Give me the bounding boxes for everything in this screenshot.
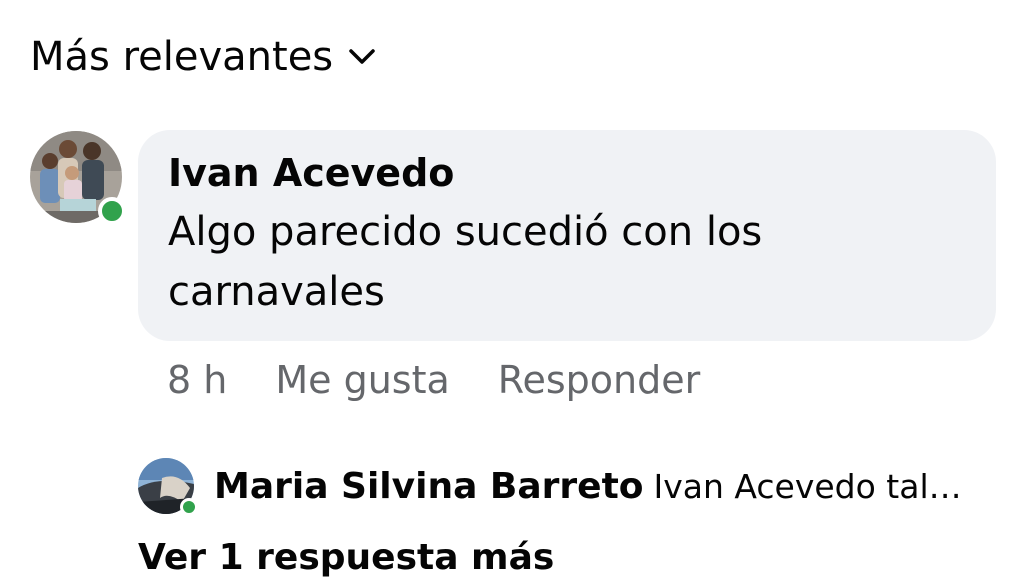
online-status-indicator bbox=[180, 498, 198, 516]
like-button[interactable]: Me gusta bbox=[275, 358, 449, 402]
sort-label: Más relevantes bbox=[30, 34, 334, 80]
comment-timestamp[interactable]: 8 h bbox=[167, 358, 227, 402]
reply-button[interactable]: Responder bbox=[498, 358, 700, 402]
reply-preview-text: Ivan Acevedo tal… bbox=[653, 466, 962, 506]
view-more-replies-link[interactable]: Ver 1 respuesta más bbox=[138, 536, 554, 580]
comment-bubble[interactable]: Ivan Acevedo Algo parecido sucedió con l… bbox=[138, 130, 996, 341]
sort-dropdown[interactable]: Más relevantes bbox=[30, 34, 377, 80]
comment-author[interactable]: Ivan Acevedo bbox=[168, 150, 966, 196]
reply-avatar[interactable] bbox=[138, 458, 198, 516]
chevron-down-icon bbox=[349, 49, 375, 64]
online-status-indicator bbox=[98, 197, 126, 225]
commenter-avatar[interactable] bbox=[30, 131, 126, 225]
reply-preview-row[interactable]: Maria Silvina Barreto Ivan Acevedo tal… bbox=[138, 458, 984, 516]
comment-text: Algo parecido sucedió con los carnavales bbox=[168, 209, 763, 315]
reply-author[interactable]: Maria Silvina Barreto bbox=[214, 466, 644, 507]
comment-actions: 8 h Me gusta Responder bbox=[167, 358, 748, 402]
